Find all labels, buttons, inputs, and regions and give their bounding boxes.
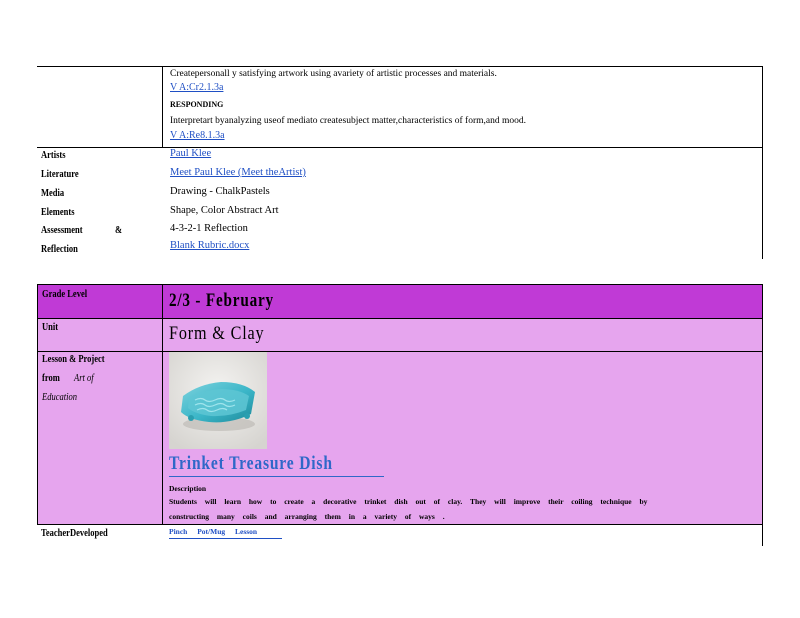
elements-label: Elements: [41, 207, 75, 218]
column-divider: [162, 284, 163, 524]
lesson-from-label: from: [42, 373, 60, 384]
lesson-project-label: Lesson & Project: [42, 354, 105, 365]
artists-link[interactable]: Paul Klee: [170, 148, 211, 160]
description-heading: Description: [169, 484, 207, 493]
assessment-ampersand: &: [115, 225, 123, 236]
media-label: Media: [41, 188, 65, 199]
literature-link[interactable]: Meet Paul Klee (Meet theArtist): [170, 167, 306, 179]
lesson-table: Grade Level 2/3 - February Unit Form & C…: [37, 284, 763, 546]
standard-create-text: Createpersonall y satisfying artwork usi…: [170, 69, 497, 79]
row-divider: [37, 147, 763, 148]
standard-interpret-text: Interpretart byanalyzing useof mediato c…: [170, 116, 526, 126]
reflection-label: Reflection: [41, 244, 78, 255]
grade-level-label: Grade Level: [42, 289, 88, 300]
assessment-label: Assessment: [41, 225, 83, 236]
elements-value: Shape, Color Abstract Art: [170, 205, 279, 216]
artists-label: Artists: [41, 150, 66, 161]
column-divider: [162, 66, 163, 148]
assessment-value: 4-3-2-1 Reflection: [170, 223, 248, 234]
teacher-lesson-link[interactable]: Pinch Pot/Mug Lesson: [169, 527, 257, 536]
unit-row: [37, 318, 763, 351]
description-line-2: constructing many coils and arranging th…: [169, 512, 445, 521]
lesson-education-label: Education: [42, 392, 77, 403]
trinket-dish-photo: [169, 352, 267, 449]
teacher-developed-label: TeacherDeveloped: [41, 528, 108, 539]
teacher-link-underline: [169, 538, 282, 539]
project-title-underline: [169, 476, 384, 477]
media-value: Drawing - ChalkPastels: [170, 186, 270, 197]
unit-value: Form & Clay: [169, 323, 265, 344]
grade-value: 2/3 - February: [169, 290, 274, 311]
lesson-source-label: Art of: [74, 373, 94, 384]
literature-label: Literature: [41, 169, 79, 180]
table-left-border: [37, 284, 38, 524]
table-right-border: [762, 66, 763, 259]
standard-interpret-code-link[interactable]: V A:Re8.1.3a: [170, 130, 225, 142]
table-top-border: [37, 66, 763, 67]
standard-create-code-link[interactable]: V A:Cr2.1.3a: [170, 82, 223, 94]
unit-label: Unit: [42, 322, 59, 333]
standards-resources-table: Createpersonall y satisfying artwork usi…: [37, 66, 763, 259]
table-top-border: [37, 284, 763, 285]
row-divider: [37, 318, 763, 319]
grade-row: [37, 284, 763, 318]
responding-label: RESPONDING: [170, 100, 224, 109]
rubric-link[interactable]: Blank Rubric.docx: [170, 240, 249, 252]
row-divider: [37, 351, 763, 352]
table-right-border: [762, 284, 763, 546]
description-line-1: Students will learn how to create a deco…: [169, 497, 648, 506]
project-title-link[interactable]: Trinket Treasure Dish: [169, 453, 333, 475]
row-divider: [37, 524, 763, 525]
